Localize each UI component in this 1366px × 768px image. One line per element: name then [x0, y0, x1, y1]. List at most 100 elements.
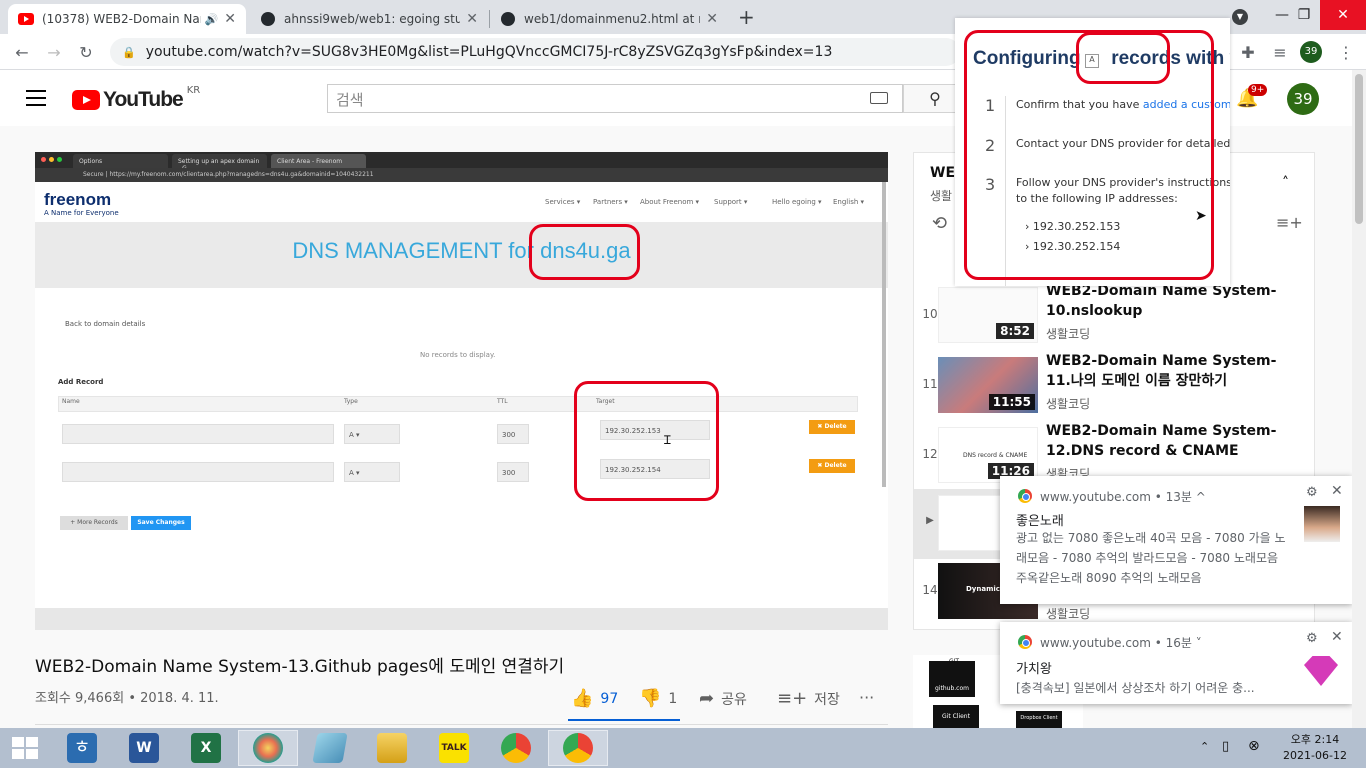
video-thumbnail: 8:52	[938, 287, 1038, 343]
playlist-item[interactable]: 11 11:55 WEB2-Domain Name System-11.나의 도…	[914, 351, 1314, 421]
github-favicon-icon	[260, 11, 276, 27]
chrome-menu-icon[interactable]: ⋮	[1334, 40, 1358, 64]
video-player[interactable]: Options Setting up an apex domain - G Cl…	[35, 152, 888, 630]
url-text: youtube.com/watch?v=SUG8v3HE0Mg&list=PLu…	[145, 44, 833, 60]
thumbnail-caption: DNS record & CNAME	[963, 452, 1028, 459]
clock-time: 오후 2:14	[1290, 733, 1340, 746]
record-ttl-input: 300	[497, 462, 529, 482]
tab-youtube[interactable]: (10378) WEB2-Domain Nam 🔊 ✕	[8, 4, 246, 34]
tray-up-arrow-icon[interactable]: ⌃	[1200, 740, 1209, 753]
back-arrow-icon[interactable]: ←	[10, 40, 34, 64]
close-icon[interactable]: ✕	[1331, 483, 1343, 499]
like-button[interactable]: 👍 97	[571, 688, 618, 709]
tab-github-web1[interactable]: ahnssi9web/web1: egoing study ✕	[250, 4, 488, 34]
account-avatar[interactable]: 39	[1287, 83, 1319, 115]
extensions-puzzle-icon[interactable]: ✚	[1236, 40, 1260, 64]
search-input[interactable]: 검색	[327, 84, 903, 113]
like-ratio-bar	[568, 719, 680, 721]
close-window-button[interactable]: ✕	[1320, 0, 1366, 30]
tab-close-icon[interactable]: ✕	[224, 11, 236, 27]
column-header: Type	[344, 398, 358, 405]
notification-thumbnail	[1304, 506, 1340, 542]
share-arrow-icon: ➦	[699, 688, 715, 709]
more-actions-button[interactable]: ···	[859, 688, 874, 707]
recorded-tab: Options	[73, 154, 168, 168]
new-tab-button[interactable]: +	[738, 5, 755, 29]
reload-icon[interactable]: ↻	[74, 40, 98, 64]
lock-icon: 🔒	[122, 45, 136, 59]
tab-title: ahnssi9web/web1: egoing study	[284, 12, 461, 26]
save-button[interactable]: ≡+ 저장	[777, 688, 840, 709]
chrome-notification[interactable]: www.youtube.com • 16분 ˅ ⚙ ✕ 가치왕 [충격속보] 일…	[1000, 622, 1352, 704]
settings-gear-icon[interactable]: ⚙	[1306, 485, 1318, 500]
forward-arrow-icon[interactable]: →	[42, 40, 66, 64]
close-icon[interactable]: ✕	[1331, 629, 1343, 645]
hamburger-menu-icon[interactable]	[26, 90, 46, 106]
address-bar[interactable]: 🔒 youtube.com/watch?v=SUG8v3HE0Mg&list=P…	[110, 38, 960, 66]
youtube-wordmark: YouTube	[103, 88, 184, 111]
tab-close-icon[interactable]: ✕	[466, 11, 478, 27]
clock-date: 2021-06-12	[1283, 749, 1347, 762]
taskbar-chrome[interactable]	[486, 730, 546, 766]
playlist-index: 14	[922, 583, 938, 597]
youtube-logo[interactable]: YouTube KR	[72, 85, 200, 112]
share-label: 공유	[721, 691, 747, 708]
diagram-label: GIT	[949, 658, 960, 665]
audio-playing-icon[interactable]: 🔊	[205, 13, 219, 26]
gem-logo-icon	[1304, 656, 1338, 686]
taskbar-explorer[interactable]	[362, 730, 422, 766]
taskbar-kakaotalk[interactable]: TALK	[424, 730, 484, 766]
dislike-button[interactable]: 👎 1	[639, 688, 677, 709]
taskbar-chrome-active[interactable]	[548, 730, 608, 766]
recorded-browser-tabbar: Options Setting up an apex domain - G Cl…	[35, 152, 888, 172]
playlist-index: 12	[922, 447, 938, 461]
folder-icon	[377, 733, 407, 763]
divider	[35, 724, 888, 725]
add-record-heading: Add Record	[58, 378, 104, 386]
playlist-item-channel: 생활코딩	[1046, 327, 1091, 341]
playlist-title: WE	[930, 165, 956, 181]
taskbar-word[interactable]: W	[114, 730, 174, 766]
page-scrollbar[interactable]	[1352, 70, 1366, 728]
record-name-input	[62, 424, 334, 444]
start-button[interactable]	[0, 730, 50, 766]
loop-icon[interactable]: ⟲	[932, 213, 947, 234]
volume-muted-icon[interactable]: ⊗	[1248, 738, 1260, 754]
diagram-box: github.com	[929, 661, 975, 697]
freenom-nav-item: Services ▾	[545, 198, 581, 206]
profile-avatar[interactable]: 39	[1300, 41, 1322, 63]
taskbar-notes[interactable]	[300, 730, 360, 766]
recorded-tab: Client Area - Freenom	[271, 154, 366, 168]
tab-search-icon[interactable]: ▼	[1232, 9, 1248, 25]
record-type-select: A ▾	[344, 424, 400, 444]
playlist-item[interactable]: 10 8:52 WEB2-Domain Name System-10.nsloo…	[914, 281, 1314, 351]
video-duration: 8:52	[996, 323, 1034, 339]
chrome-notification[interactable]: www.youtube.com • 13분 ^ ⚙ ✕ 좋은노래 광고 없는 7…	[1000, 476, 1352, 604]
playlist-add-icon[interactable]: ≡+	[1276, 213, 1303, 232]
media-control-icon[interactable]: ≡	[1268, 40, 1292, 64]
playlist-item-title: WEB2-Domain Name System-10.nslookup	[1046, 283, 1277, 319]
youtube-favicon-icon	[18, 11, 34, 27]
tab-close-icon[interactable]: ✕	[706, 11, 718, 27]
hangul-icon: ㅎ	[67, 733, 97, 763]
taskbar-hangul[interactable]: ㅎ	[52, 730, 112, 766]
settings-gear-icon[interactable]: ⚙	[1306, 631, 1318, 646]
system-clock[interactable]: 오후 2:14 2021-06-12	[1270, 732, 1360, 764]
no-records-text: No records to display.	[420, 351, 496, 359]
video-thumbnail: 11:55	[938, 357, 1038, 413]
playlist-item-title: WEB2-Domain Name System-12.DNS record & …	[1046, 423, 1277, 459]
network-icon[interactable]: ▯	[1222, 739, 1229, 754]
scrollbar-thumb[interactable]	[1355, 74, 1363, 224]
freenom-nav-item: Partners ▾	[593, 198, 628, 206]
keyboard-icon[interactable]	[870, 92, 888, 104]
freenom-nav-item: English ▾	[833, 198, 865, 206]
windows-logo-icon	[12, 737, 38, 759]
tab-github-domainmenu[interactable]: web1/domainmenu2.html at ma ✕	[490, 4, 728, 34]
taskbar-excel[interactable]: X	[176, 730, 236, 766]
collapse-chevron-icon[interactable]: ˄	[1282, 175, 1289, 191]
share-button[interactable]: ➦ 공유	[699, 688, 747, 709]
maximize-button[interactable]: ❐	[1284, 0, 1324, 30]
red-highlight-annotation	[529, 224, 640, 280]
taskbar-paint[interactable]	[238, 730, 298, 766]
kakaotalk-icon: TALK	[439, 733, 469, 763]
